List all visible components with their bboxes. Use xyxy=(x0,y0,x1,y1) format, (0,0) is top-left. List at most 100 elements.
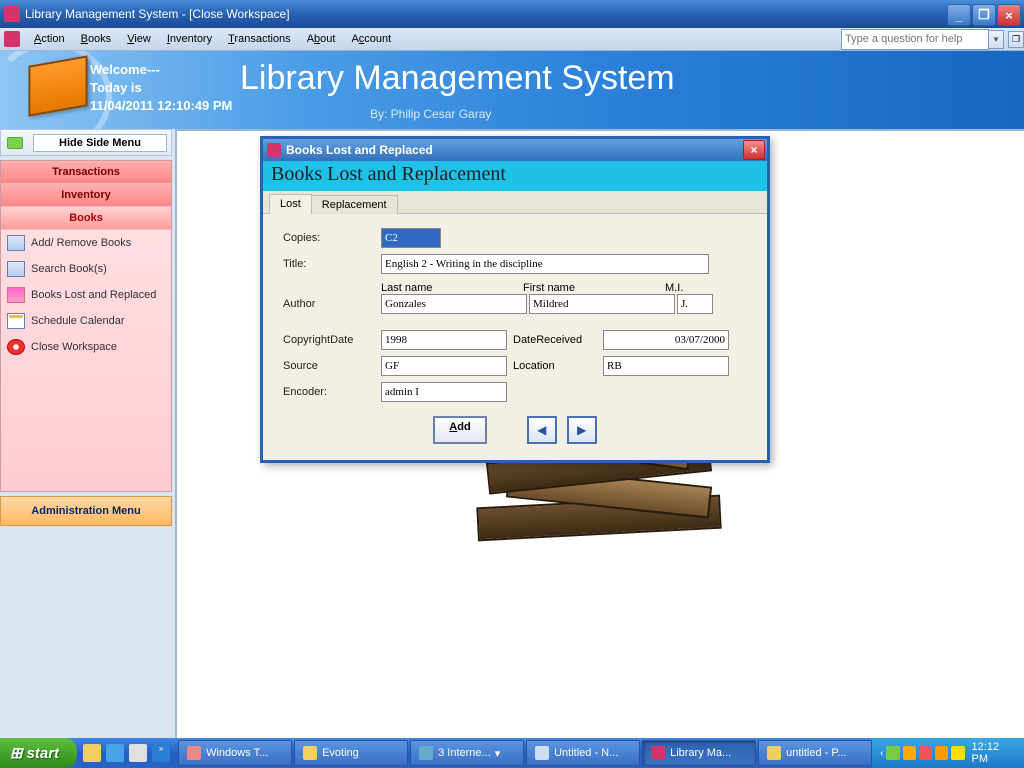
title-label: Title: xyxy=(283,258,381,270)
encoder-input[interactable] xyxy=(381,382,507,402)
explorer-icon[interactable] xyxy=(106,744,124,762)
app-title: Library Management System xyxy=(240,59,675,98)
sidebar-item-label: Add/ Remove Books xyxy=(31,237,131,249)
administration-menu-button[interactable]: Administration Menu xyxy=(0,496,172,526)
menu-action[interactable]: Action xyxy=(26,30,73,48)
title-input[interactable] xyxy=(381,254,709,274)
mi-header: M.I. xyxy=(665,282,705,294)
task-windows[interactable]: Windows T... xyxy=(178,740,292,766)
source-input[interactable] xyxy=(381,356,507,376)
help-search-input[interactable] xyxy=(841,29,989,50)
sidebar-item-calendar[interactable]: Schedule Calendar xyxy=(1,308,171,334)
mi-input[interactable] xyxy=(677,294,713,314)
taskbar: ⊞start » Windows T... Evoting 3 Interne.… xyxy=(0,738,1024,768)
window-titlebar: Library Management System - [Close Works… xyxy=(0,0,1024,28)
today-label: Today is xyxy=(90,79,232,97)
system-tray: ‹ 12:12 PM xyxy=(872,738,1024,768)
copyright-label: CopyrightDate xyxy=(283,334,381,346)
sidebar: Transactions Inventory Books Add/ Remove… xyxy=(0,160,172,492)
author-label: Author xyxy=(283,298,381,310)
copyright-input[interactable] xyxy=(381,330,507,350)
add-button[interactable]: Add xyxy=(433,416,486,444)
menu-inventory[interactable]: Inventory xyxy=(159,30,220,48)
close-icon xyxy=(7,339,25,355)
menu-books[interactable]: Books xyxy=(73,30,120,48)
ie-icon[interactable] xyxy=(83,744,101,762)
firstname-input[interactable] xyxy=(529,294,675,314)
source-label: Source xyxy=(283,360,381,372)
sidebar-item-search[interactable]: Search Book(s) xyxy=(1,256,171,282)
lastname-header: Last name xyxy=(381,282,523,294)
close-button[interactable]: × xyxy=(997,4,1021,26)
sidebar-item-add-remove[interactable]: Add/ Remove Books xyxy=(1,230,171,256)
books-lost-dialog: Books Lost and Replaced × Books Lost and… xyxy=(260,136,770,463)
start-button[interactable]: ⊞start xyxy=(0,738,77,768)
desktop-icon[interactable] xyxy=(129,744,147,762)
app-icon xyxy=(4,6,20,22)
form-panel: Copies: Title: Last name First name M.I.… xyxy=(263,214,767,460)
location-input[interactable] xyxy=(603,356,729,376)
firstname-header: First name xyxy=(523,282,665,294)
header-banner: Welcome--- Today is 11/04/2011 12:10:49 … xyxy=(0,51,1024,129)
tray-icon[interactable] xyxy=(903,746,916,760)
sidebar-item-label: Books Lost and Replaced xyxy=(31,289,156,301)
location-label: Location xyxy=(513,360,603,372)
task-library[interactable]: Library Ma... xyxy=(642,740,756,766)
sidebar-item-close[interactable]: Close Workspace xyxy=(1,334,171,360)
restore-button[interactable]: ❐ xyxy=(972,4,996,26)
menu-view[interactable]: View xyxy=(119,30,159,48)
quick-launch: » xyxy=(77,744,176,762)
datereceived-label: DateReceived xyxy=(513,334,603,346)
tray-icon[interactable] xyxy=(951,746,964,760)
dialog-titlebar[interactable]: Books Lost and Replaced × xyxy=(263,139,767,161)
sidebar-section-transactions[interactable]: Transactions xyxy=(1,161,171,184)
menu-about[interactable]: About xyxy=(299,30,344,48)
dialog-subtitle: Books Lost and Replacement xyxy=(263,161,767,191)
task-ie[interactable]: 3 Interne...▾ xyxy=(410,740,524,766)
sidebar-section-books[interactable]: Books xyxy=(1,207,171,230)
copies-input[interactable] xyxy=(381,228,441,248)
book-icon xyxy=(7,235,25,251)
datereceived-input[interactable] xyxy=(603,330,729,350)
hide-side-menu-button[interactable]: Hide Side Menu xyxy=(33,134,167,152)
dialog-close-button[interactable]: × xyxy=(743,140,765,160)
dialog-title: Books Lost and Replaced xyxy=(286,143,433,157)
task-notepad[interactable]: Untitled - N... xyxy=(526,740,640,766)
tab-lost[interactable]: Lost xyxy=(269,194,312,214)
tray-icon[interactable] xyxy=(935,746,948,760)
chevron-icon[interactable]: » xyxy=(152,744,170,762)
calendar-icon xyxy=(7,313,25,329)
sidebar-item-label: Search Book(s) xyxy=(31,263,107,275)
tray-chevron-icon[interactable]: ‹ xyxy=(880,748,883,759)
previous-button[interactable]: ◀ xyxy=(527,416,557,444)
encoder-label: Encoder: xyxy=(283,386,381,398)
task-evoting[interactable]: Evoting xyxy=(294,740,408,766)
copies-label: Copies: xyxy=(283,232,381,244)
sidebar-item-label: Close Workspace xyxy=(31,341,117,353)
task-paint[interactable]: untitled - P... xyxy=(758,740,872,766)
tab-bar: Lost Replacement xyxy=(263,191,767,214)
app-icon xyxy=(267,143,281,157)
welcome-label: Welcome--- xyxy=(90,61,232,79)
sidebar-section-inventory[interactable]: Inventory xyxy=(1,184,171,207)
menu-account[interactable]: Account xyxy=(343,30,399,48)
tray-icon[interactable] xyxy=(886,746,899,760)
mdi-restore-icon[interactable]: ❐ xyxy=(1008,31,1024,48)
tab-replacement[interactable]: Replacement xyxy=(311,195,398,214)
status-led-icon xyxy=(7,137,23,149)
sidebar-item-label: Schedule Calendar xyxy=(31,315,125,327)
help-dropdown-icon[interactable]: ▼ xyxy=(988,30,1004,49)
tray-icon[interactable] xyxy=(919,746,932,760)
menu-bar: Action Books View Inventory Transactions… xyxy=(0,28,1024,51)
next-button[interactable]: ▶ xyxy=(567,416,597,444)
sidebar-item-lost[interactable]: Books Lost and Replaced xyxy=(1,282,171,308)
menu-transactions[interactable]: Transactions xyxy=(220,30,299,48)
byline: By: Philip Cesar Garay xyxy=(370,107,491,121)
app-icon xyxy=(4,31,20,47)
minimize-button[interactable]: _ xyxy=(947,4,971,26)
window-title: Library Management System - [Close Works… xyxy=(25,7,946,21)
clock[interactable]: 12:12 PM xyxy=(972,741,1016,765)
lastname-input[interactable] xyxy=(381,294,527,314)
datetime-label: 11/04/2011 12:10:49 PM xyxy=(90,97,232,115)
chart-icon xyxy=(7,287,25,303)
